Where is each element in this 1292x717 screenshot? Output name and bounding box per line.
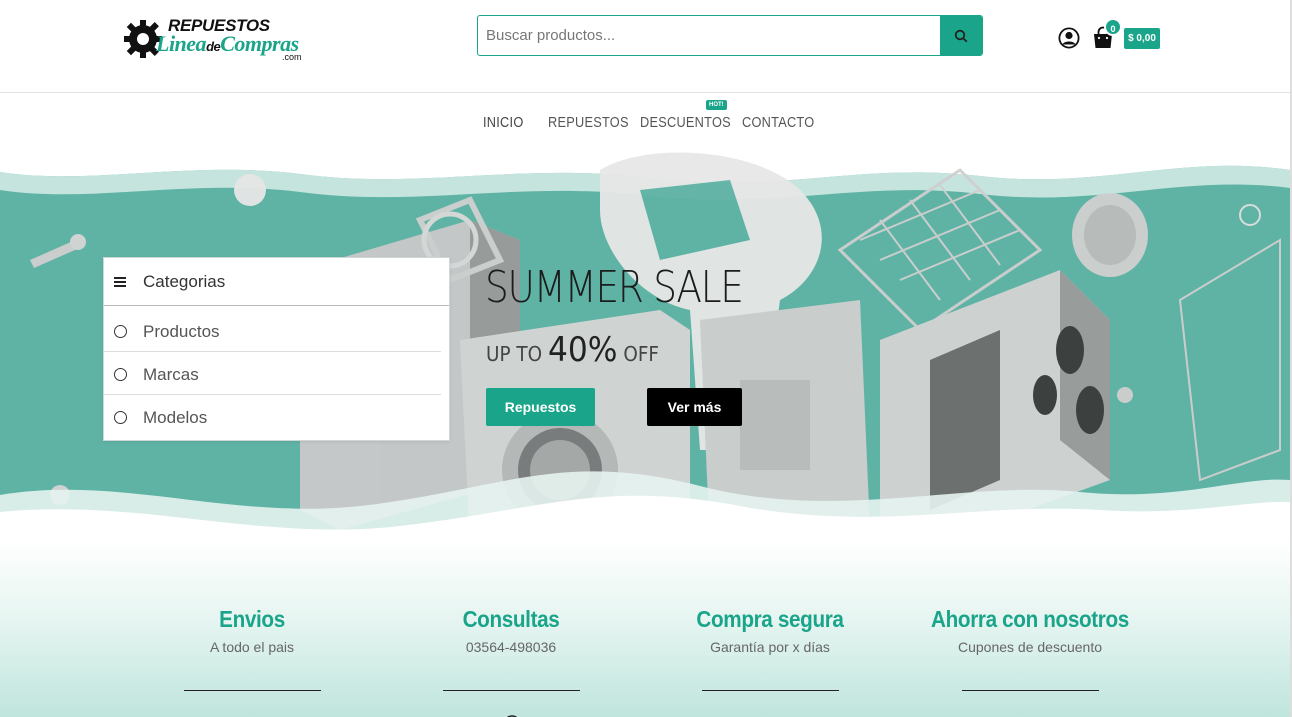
feature-divider [702,690,839,691]
logo-line2: LineadeCompras [156,31,299,56]
feature-consultas: Consultas 03564-498036 [391,606,631,717]
logo-line3: .com [282,52,302,62]
feature-title: Envios [219,606,285,632]
cart-count-badge: 0 [1104,18,1122,36]
categories-panel: Categorias Productos Marcas Modelos [103,257,450,441]
search-button[interactable] [940,16,982,55]
feature-compra-segura: Compra segura Garantía por x días [650,606,890,691]
features-section: Envios A todo el pais Consultas 03564-49… [0,540,1290,717]
feature-divider [184,690,321,691]
categories-header[interactable]: Categorias [104,258,449,306]
piggy-bank-icon [1018,710,1044,717]
nav-item-contacto[interactable]: CONTACTO [742,114,814,131]
truck-icon [240,710,266,717]
feature-envios: Envios A todo el pais [132,606,372,691]
headset-icon [506,715,518,717]
hamburger-menu-icon [114,277,126,287]
main-navigation: INICIO REPUESTOS DESCUENTOS HOT! CONTACT… [0,94,1290,154]
hot-badge: HOT! [706,100,727,110]
category-label: Modelos [143,408,208,427]
feature-subtitle: Cupones de descuento [958,639,1102,655]
category-item-productos[interactable]: Productos [104,309,441,352]
site-logo[interactable]: REPUESTOS LineadeCompras .com [122,14,312,66]
repuestos-button[interactable]: Repuestos [486,388,595,426]
search-icon [954,29,968,42]
discount-value: 40% [547,330,618,370]
feature-ahorra: Ahorra con nosotros Cupones de descuento [910,606,1150,691]
feature-divider [443,690,580,691]
feature-title: Consultas [462,606,560,632]
hero-subtitle: UP TO 40% OFF [486,330,660,370]
circle-bullet-icon [114,411,127,424]
feature-title: Ahorra con nosotros [931,606,1129,632]
nav-item-repuestos[interactable]: REPUESTOS [548,114,629,131]
hero-title: SUMMER SALE [485,262,744,313]
category-item-modelos[interactable]: Modelos [104,395,441,438]
category-label: Productos [143,322,220,341]
circle-bullet-icon [114,325,127,338]
nav-item-descuentos[interactable]: DESCUENTOS [640,114,731,131]
search-bar [477,15,983,56]
cart-total-badge[interactable]: $ 0,00 [1124,28,1160,49]
feature-subtitle: A todo el pais [209,639,295,655]
ver-mas-button[interactable]: Ver más [647,388,742,426]
feature-title: Compra segura [696,606,844,632]
category-item-marcas[interactable]: Marcas [104,352,441,395]
categories-title: Categorias [143,272,226,291]
feature-divider [962,690,1099,691]
search-input[interactable] [478,16,941,55]
site-header: REPUESTOS LineadeCompras .com 0 $ 0,00 [0,0,1290,93]
user-account-icon[interactable] [1058,27,1080,49]
shield-icon [758,710,784,717]
nav-item-inicio[interactable]: INICIO [483,114,523,131]
feature-subtitle: 03564-498036 [465,639,557,655]
category-label: Marcas [143,365,199,384]
feature-subtitle: Garantía por x días [710,639,830,655]
circle-bullet-icon [114,368,127,381]
